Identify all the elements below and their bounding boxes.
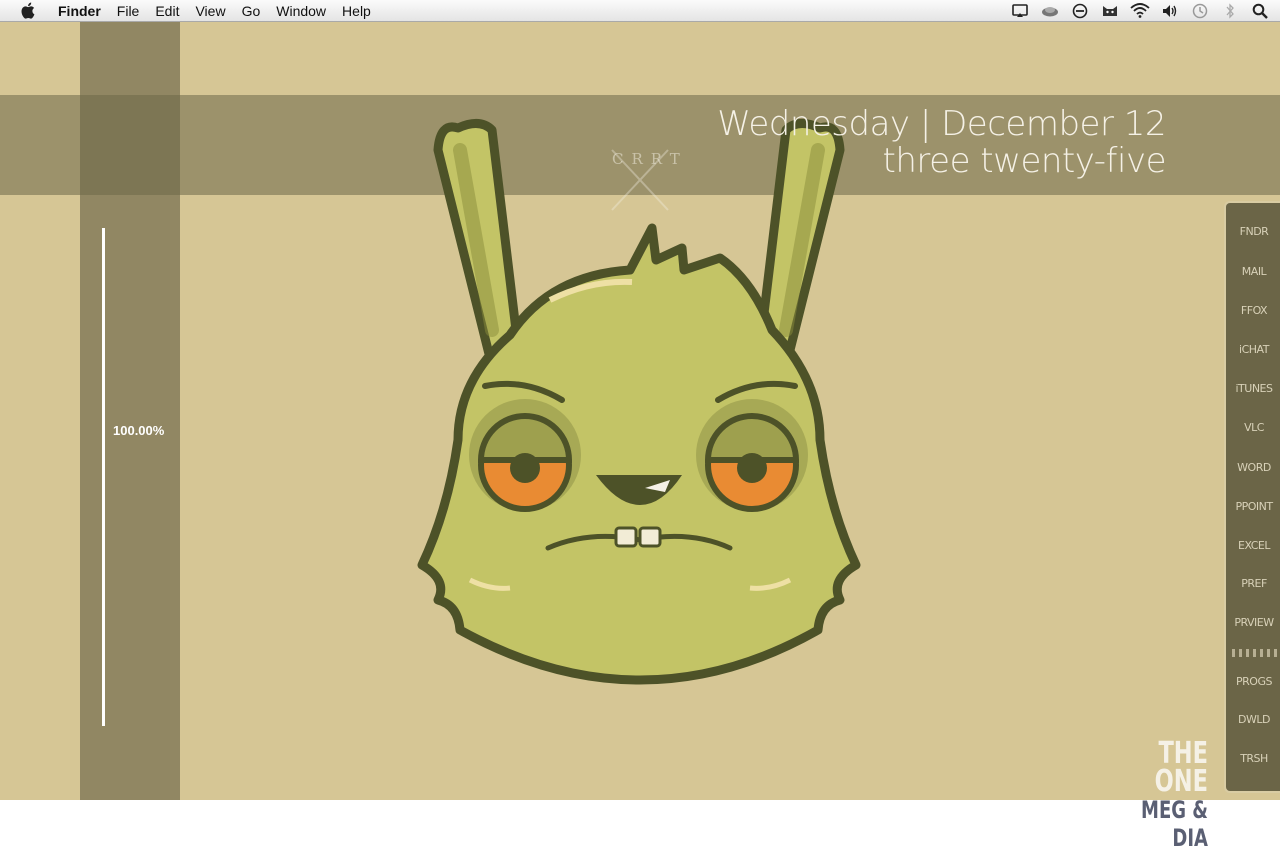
- dock-item-ichat[interactable]: iCHAT: [1226, 343, 1280, 356]
- airplay-icon[interactable]: [1010, 2, 1030, 20]
- volume-slider[interactable]: [102, 228, 105, 726]
- menu-help[interactable]: Help: [334, 0, 379, 22]
- slider-percentage: 100.00%: [113, 423, 165, 438]
- dock-item-vlc[interactable]: VLC: [1226, 421, 1280, 434]
- rabbit-illustration: [417, 119, 861, 685]
- no-entry-icon[interactable]: [1070, 2, 1090, 20]
- dock-item-firefox[interactable]: FFOX: [1226, 304, 1280, 317]
- dock-item-trash[interactable]: TRSH: [1226, 752, 1280, 765]
- menu-go[interactable]: Go: [234, 0, 269, 22]
- menu-view[interactable]: View: [187, 0, 233, 22]
- apple-menu-icon[interactable]: [18, 2, 36, 20]
- now-playing-widget: THE ONE MEG & DIA: [1139, 736, 1208, 852]
- dock-item-preferences[interactable]: PREF: [1226, 577, 1280, 590]
- volume-icon[interactable]: [1160, 2, 1180, 20]
- dock-separator: [1232, 649, 1280, 657]
- dock-item-programs[interactable]: PROGS: [1226, 675, 1280, 688]
- time-machine-icon[interactable]: [1190, 2, 1210, 20]
- dock-item-excel[interactable]: EXCEL: [1226, 539, 1280, 552]
- crrt-logo: CRRT: [612, 150, 688, 168]
- dock-item-powerpoint[interactable]: PPOINT: [1226, 500, 1280, 513]
- wifi-icon[interactable]: [1130, 2, 1150, 20]
- dock-item-downloads[interactable]: DWLD: [1226, 713, 1280, 726]
- cat-icon[interactable]: [1100, 2, 1120, 20]
- menu-bar: Finder File Edit View Go Window Help: [0, 0, 1280, 22]
- date-label: Wednesday | December 12: [717, 104, 1166, 144]
- dock-item-itunes[interactable]: iTUNES: [1226, 382, 1280, 395]
- song-title: THE ONE: [1154, 736, 1208, 799]
- menu-file[interactable]: File: [109, 0, 148, 22]
- dock-item-word[interactable]: WORD: [1226, 461, 1280, 474]
- dock-item-finder[interactable]: FNDR: [1226, 225, 1280, 238]
- menu-window[interactable]: Window: [268, 0, 334, 22]
- app-dock: FNDR MAIL FFOX iCHAT iTUNES VLC WORD PPO…: [1224, 201, 1280, 793]
- bluetooth-icon[interactable]: [1220, 2, 1240, 20]
- menu-app-finder[interactable]: Finder: [50, 0, 109, 22]
- menu-edit[interactable]: Edit: [147, 0, 187, 22]
- cloud-icon[interactable]: [1040, 2, 1060, 20]
- status-area: [1000, 0, 1280, 22]
- dock-item-mail[interactable]: MAIL: [1226, 265, 1280, 278]
- time-words-label: three twenty-five: [882, 141, 1167, 181]
- spotlight-search-icon[interactable]: [1250, 2, 1270, 20]
- date-time-widget: Wednesday | December 12 three twenty-fiv…: [717, 106, 1166, 180]
- dock-item-preview[interactable]: PRVIEW: [1226, 616, 1280, 629]
- artist-name: MEG & DIA: [1141, 796, 1208, 852]
